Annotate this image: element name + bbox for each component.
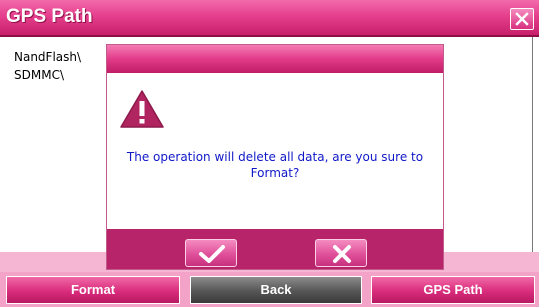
format-button[interactable]: Format: [6, 276, 180, 304]
checkmark-icon: [199, 245, 225, 263]
dialog-message-line1: The operation will delete all data, are …: [126, 150, 424, 164]
dialog-footer: [107, 229, 443, 269]
path-item-nandflash[interactable]: NandFlash\: [14, 50, 81, 64]
gps-path-window: GPS Path NandFlash\ SDMMC\ Format Back G…: [0, 0, 539, 307]
dialog-header: [107, 45, 443, 73]
path-item-sdmmc[interactable]: SDMMC\: [14, 68, 64, 82]
gps-path-button[interactable]: GPS Path: [371, 276, 535, 304]
back-button[interactable]: Back: [190, 276, 362, 304]
dialog-message: The operation will delete all data, are …: [113, 149, 437, 181]
title-bar: GPS Path: [0, 0, 539, 37]
right-border: [532, 37, 533, 272]
cross-icon: [333, 245, 351, 263]
window-title: GPS Path: [6, 6, 93, 27]
cancel-button[interactable]: [315, 239, 367, 267]
confirm-dialog: The operation will delete all data, are …: [106, 44, 444, 270]
close-button[interactable]: [510, 8, 534, 30]
warning-icon: [120, 90, 164, 128]
confirm-button[interactable]: [185, 239, 237, 267]
bottom-toolbar: Format Back GPS Path: [0, 272, 539, 307]
dialog-message-line2: Format?: [250, 166, 300, 180]
close-icon: [515, 12, 529, 26]
